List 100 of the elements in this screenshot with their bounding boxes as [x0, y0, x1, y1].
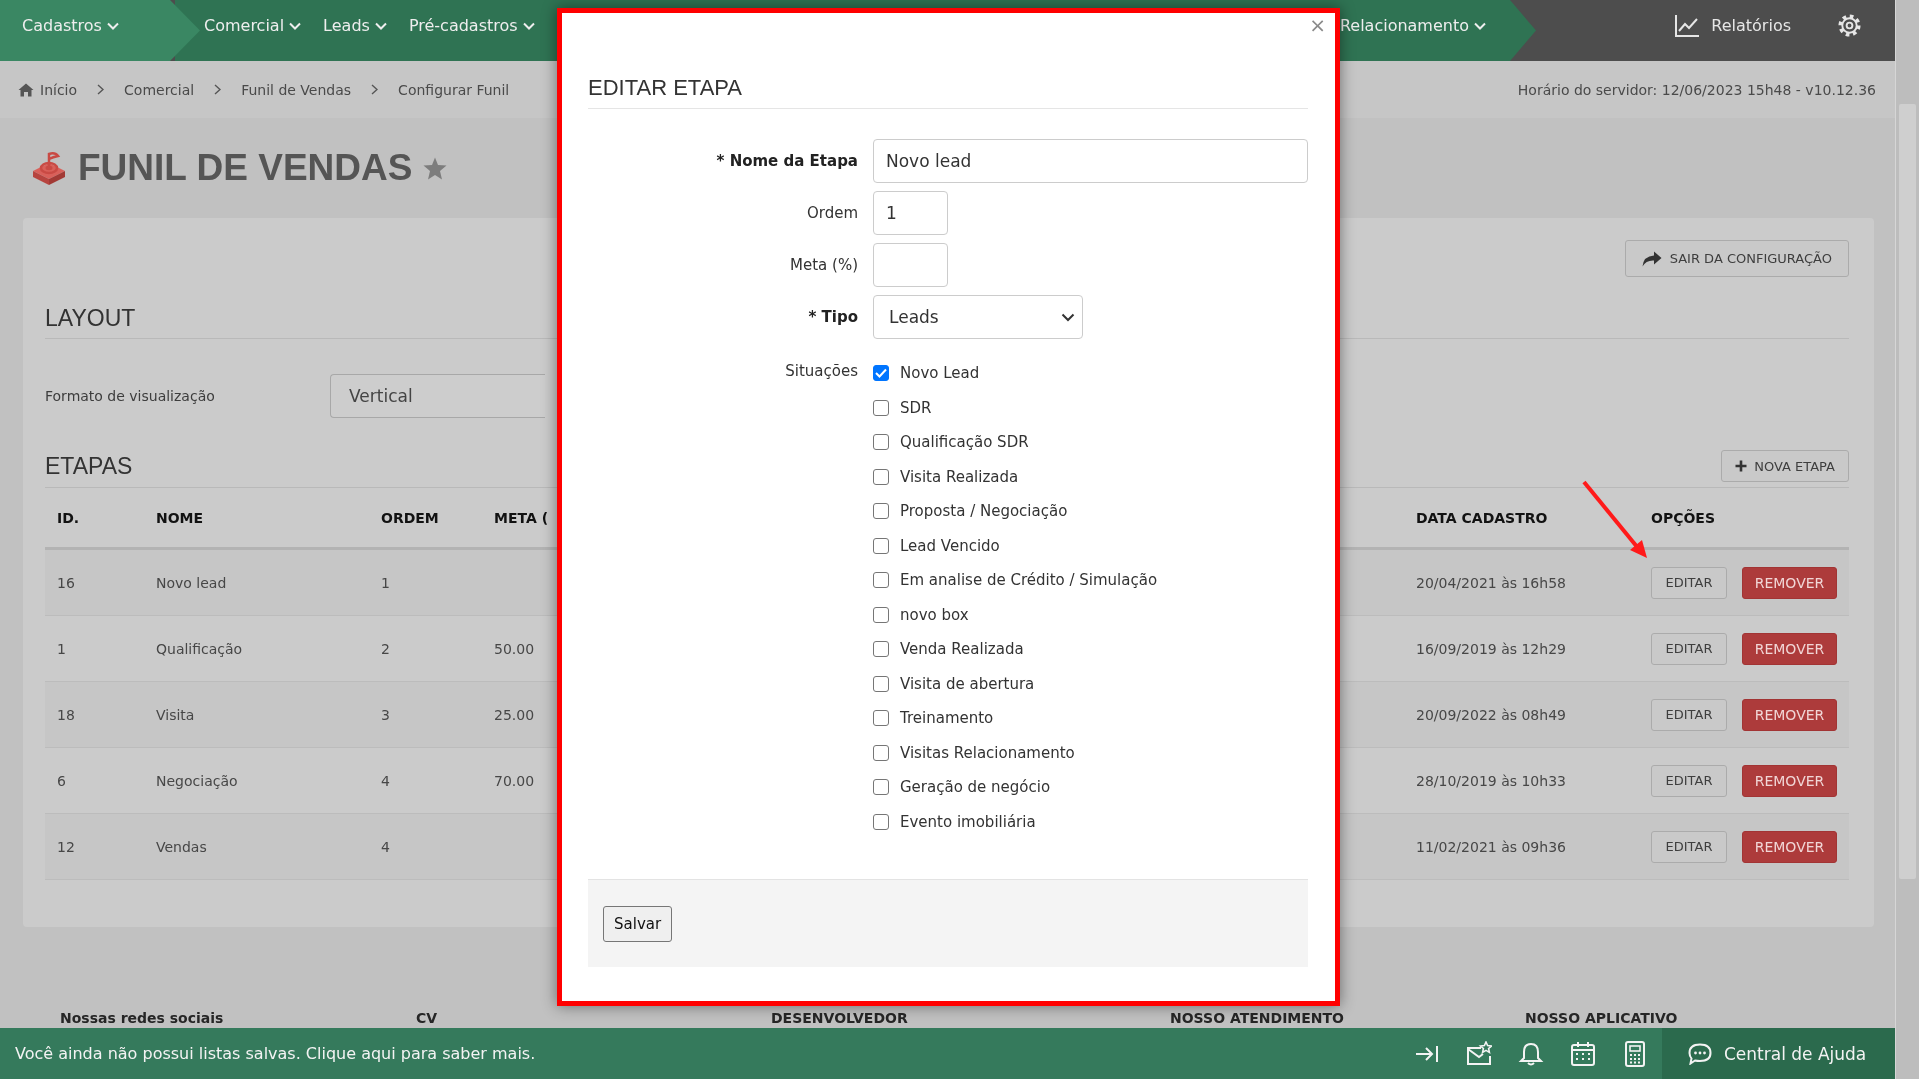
table-cell: Vendas	[156, 838, 207, 855]
table-cell: 6	[57, 772, 66, 789]
breadcrumb-link[interactable]: Configurar Funil	[398, 81, 510, 98]
table-cell: Qualificação	[156, 640, 243, 657]
table-cell: 1	[57, 640, 66, 657]
text-input[interactable]: Novo lead	[873, 139, 1308, 183]
caret-icon	[522, 21, 535, 30]
nav-menu-item[interactable]: Leads	[323, 16, 387, 35]
checkbox-label: Em analise de Crédito / Simulação	[900, 571, 1158, 590]
calendar-icon[interactable]	[1570, 1040, 1596, 1067]
chevron-right-icon	[371, 84, 379, 95]
checkbox[interactable]	[873, 365, 889, 382]
checkbox[interactable]	[873, 779, 889, 796]
checkbox-label: SDR	[900, 398, 932, 417]
table-cell: 4	[381, 772, 390, 789]
checkbox-label: Qualificação SDR	[900, 433, 1029, 452]
remove-button[interactable]: REMOVER	[1742, 566, 1837, 599]
save-button[interactable]: Salvar	[603, 905, 673, 942]
checkbox-label: Visitas Relacionamento	[900, 743, 1075, 762]
chevron-right-icon	[214, 84, 222, 95]
checkbox-label: Geração de negócio	[900, 778, 1051, 797]
section-heading: ETAPAS	[45, 453, 133, 479]
nav-menu-item[interactable]: Pré-cadastros	[408, 16, 535, 35]
remove-button[interactable]: REMOVER	[1742, 764, 1837, 797]
checkbox[interactable]	[873, 537, 889, 554]
field-label: Formato de visualização	[45, 388, 216, 404]
breadcrumb-link[interactable]: Comercial	[124, 81, 195, 98]
caret-icon	[1474, 21, 1486, 30]
edit-button[interactable]: EDITAR	[1651, 632, 1727, 665]
nav-menu-item[interactable]: Comercial	[204, 16, 302, 35]
edit-button[interactable]: EDITAR	[1651, 566, 1727, 599]
new-stage-button[interactable]: NOVA ETAPA	[1721, 450, 1849, 482]
home-icon	[18, 82, 34, 97]
footer-heading: NOSSO ATENDIMENTO	[1170, 1010, 1344, 1026]
footer-heading: CV	[416, 1010, 438, 1026]
checkbox[interactable]	[873, 434, 889, 451]
nav-menu-item[interactable]: Cadastros	[22, 16, 119, 35]
settings-icon[interactable]	[1837, 13, 1862, 38]
checkbox[interactable]	[873, 606, 889, 623]
column-header: NOME	[156, 509, 204, 526]
breadcrumb-link[interactable]: Funil de Vendas	[241, 81, 352, 98]
plus-icon	[1735, 460, 1748, 472]
table-cell: 16	[57, 574, 75, 591]
column-header: OPÇÕES	[1651, 509, 1715, 526]
status-message[interactable]: Você ainda não possui listas salvas. Clique aqui para saber mais.	[0, 1044, 536, 1063]
checkbox[interactable]	[873, 503, 889, 520]
modal-title: EDITAR ETAPA	[588, 75, 743, 101]
checkbox[interactable]	[873, 710, 889, 727]
table-cell: Negociação	[156, 772, 238, 789]
column-header: ORDEM	[381, 509, 439, 526]
table-cell: 70.00	[494, 772, 535, 789]
number-input[interactable]: 1	[873, 191, 948, 235]
checkbox[interactable]	[873, 744, 889, 761]
exit-config-button[interactable]: SAIR DA CONFIGURAÇÃO	[1624, 240, 1849, 277]
column-header: DATA CADASTRO	[1416, 509, 1548, 526]
mail-star-icon[interactable]	[1466, 1040, 1492, 1067]
checkbox-label: Lead Vencido	[900, 536, 1000, 555]
select-field[interactable]: Leads	[873, 295, 1083, 339]
checkbox-label: Proposta / Negociação	[900, 502, 1068, 521]
column-header: META (	[494, 509, 549, 526]
bell-icon[interactable]	[1518, 1040, 1544, 1067]
checkbox-label: Novo Lead	[900, 364, 980, 383]
checkbox-label: novo box	[900, 605, 969, 624]
share-arrow-icon	[1641, 250, 1662, 267]
star-icon[interactable]	[423, 156, 448, 180]
checkbox[interactable]	[873, 641, 889, 658]
breadcrumb-link[interactable]: Início	[18, 81, 78, 98]
checkbox[interactable]	[873, 468, 889, 485]
select-field[interactable]: Vertical	[330, 374, 545, 418]
checkbox[interactable]	[873, 399, 889, 416]
target-flag-icon	[31, 151, 67, 185]
table-cell: 18	[57, 706, 75, 723]
table-cell: 50.00	[494, 640, 535, 657]
line-chart-icon	[1674, 13, 1701, 38]
table-cell: 2	[381, 640, 390, 657]
checkbox[interactable]	[873, 572, 889, 589]
reports-link[interactable]: Relatórios	[1674, 13, 1791, 38]
help-center-button[interactable]: Central de Ajuda	[1662, 1028, 1895, 1079]
caret-icon	[289, 21, 302, 30]
calculator-icon[interactable]	[1622, 1040, 1648, 1067]
edit-button[interactable]: EDITAR	[1651, 764, 1727, 797]
close-button[interactable]: ×	[1309, 15, 1326, 35]
table-cell: 20/09/2022 às 08h49	[1416, 706, 1566, 723]
checkbox[interactable]	[873, 675, 889, 692]
remove-button[interactable]: REMOVER	[1742, 830, 1837, 863]
table-cell: 3	[381, 706, 390, 723]
table-cell: 1	[381, 574, 390, 591]
checkbox-label: Visita de abertura	[900, 674, 1035, 693]
edit-button[interactable]: EDITAR	[1651, 830, 1727, 863]
table-cell: 20/04/2021 às 16h58	[1416, 574, 1566, 591]
page-title: FUNIL DE VENDAS	[78, 147, 413, 189]
checkbox[interactable]	[873, 813, 889, 830]
remove-button[interactable]: REMOVER	[1742, 698, 1837, 731]
server-time: Horário do servidor: 12/06/2023 15h48 - v10.12.36	[1517, 81, 1876, 98]
caret-icon	[374, 21, 387, 30]
footer-heading: DESENVOLVEDOR	[771, 1010, 908, 1026]
number-input[interactable]	[873, 243, 948, 287]
edit-button[interactable]: EDITAR	[1651, 698, 1727, 731]
remove-button[interactable]: REMOVER	[1742, 632, 1837, 665]
footer-heading: NOSSO APLICATIVO	[1525, 1010, 1678, 1026]
